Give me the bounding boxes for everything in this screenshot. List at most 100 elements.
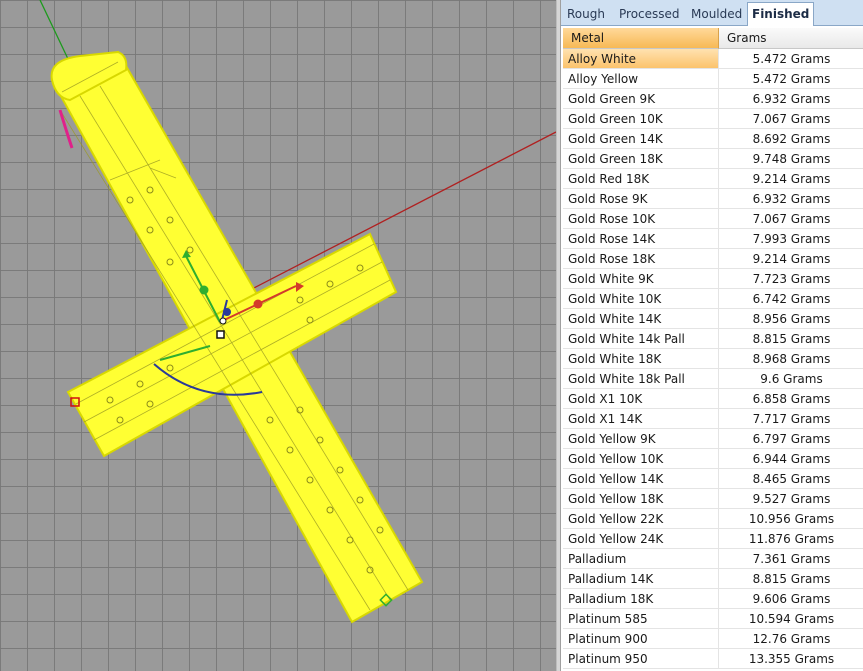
- table-row[interactable]: Alloy Yellow 5.472 Grams: [563, 69, 863, 89]
- tab-processed[interactable]: Processed: [615, 4, 684, 24]
- metal-cell: Alloy Yellow: [563, 69, 719, 88]
- metal-cell: Palladium: [563, 549, 719, 568]
- table-row[interactable]: Gold Yellow 14K 8.465 Grams: [563, 469, 863, 489]
- viewport-canvas[interactable]: [0, 0, 556, 671]
- table-row[interactable]: Gold Rose 9K 6.932 Grams: [563, 189, 863, 209]
- grams-cell: 11.876 Grams: [748, 532, 835, 546]
- table-row[interactable]: Platinum 900 12.76 Grams: [563, 629, 863, 649]
- metal-cell: Platinum 950: [563, 649, 719, 668]
- metal-cell: Gold White 18K: [563, 349, 719, 368]
- metal-cell: Gold Green 14K: [563, 129, 719, 148]
- metal-cell: Platinum 900: [563, 629, 719, 648]
- grams-cell: 9.606 Grams: [752, 592, 831, 606]
- metal-cell: Gold White 14K: [563, 309, 719, 328]
- tab-moulded[interactable]: Moulded: [687, 4, 746, 24]
- metal-cell: Gold Rose 18K: [563, 249, 719, 268]
- table-row[interactable]: Gold Green 18K 9.748 Grams: [563, 149, 863, 169]
- metal-cell: Gold White 10K: [563, 289, 719, 308]
- table-row[interactable]: Gold Green 10K 7.067 Grams: [563, 109, 863, 129]
- table-row[interactable]: Palladium 18K 9.606 Grams: [563, 589, 863, 609]
- table-row[interactable]: Gold X1 10K 6.858 Grams: [563, 389, 863, 409]
- gumball-z-handle[interactable]: [223, 308, 231, 316]
- metal-weights-panel: Rough Processed Moulded Finished Metal G…: [560, 0, 863, 671]
- grams-cell: 13.355 Grams: [748, 652, 835, 666]
- table-row[interactable]: Platinum 950 13.355 Grams: [563, 649, 863, 669]
- gumball-center[interactable]: [216, 330, 225, 339]
- table-row[interactable]: Gold Green 9K 6.932 Grams: [563, 89, 863, 109]
- table-row[interactable]: Gold X1 14K 7.717 Grams: [563, 409, 863, 429]
- grams-cell: 6.858 Grams: [752, 392, 831, 406]
- gumball-y-handle[interactable]: [199, 285, 209, 295]
- table-row[interactable]: Gold Rose 14K 7.993 Grams: [563, 229, 863, 249]
- grams-cell: 8.465 Grams: [752, 472, 831, 486]
- metal-cell: Gold Yellow 14K: [563, 469, 719, 488]
- grams-cell: 7.067 Grams: [752, 112, 831, 126]
- table-row[interactable]: Gold White 14k Pall 8.815 Grams: [563, 329, 863, 349]
- table-row[interactable]: Gold White 10K 6.742 Grams: [563, 289, 863, 309]
- grams-cell: 7.723 Grams: [752, 272, 831, 286]
- grams-cell: 6.797 Grams: [752, 432, 831, 446]
- grams-cell: 12.76 Grams: [752, 632, 831, 646]
- table-row[interactable]: Gold White 18K 8.968 Grams: [563, 349, 863, 369]
- metal-cell: Gold Rose 10K: [563, 209, 719, 228]
- table-row[interactable]: Palladium 7.361 Grams: [563, 549, 863, 569]
- tab-strip: Rough Processed Moulded Finished: [561, 0, 863, 26]
- table-row[interactable]: Gold White 18k Pall 9.6 Grams: [563, 369, 863, 389]
- metal-cell: Gold White 18k Pall: [563, 369, 719, 388]
- table-row[interactable]: Gold Yellow 9K 6.797 Grams: [563, 429, 863, 449]
- metal-cell: Gold Yellow 9K: [563, 429, 719, 448]
- metal-cell: Gold Yellow 24K: [563, 529, 719, 548]
- grams-cell: 10.594 Grams: [748, 612, 835, 626]
- table-row[interactable]: Gold Rose 18K 9.214 Grams: [563, 249, 863, 269]
- table-row[interactable]: Alloy White 5.472 Grams: [563, 49, 863, 69]
- grams-cell: 8.815 Grams: [752, 332, 831, 346]
- grams-cell: 8.956 Grams: [752, 312, 831, 326]
- tab-finished[interactable]: Finished: [747, 2, 815, 26]
- metal-cell: Palladium 18K: [563, 589, 719, 608]
- gumball-x-handle[interactable]: [253, 299, 263, 309]
- table-row[interactable]: Gold White 9K 7.723 Grams: [563, 269, 863, 289]
- table-row[interactable]: Gold Yellow 22K 10.956 Grams: [563, 509, 863, 529]
- column-header-grams[interactable]: Grams: [719, 28, 863, 49]
- grams-cell: 9.6 Grams: [760, 372, 823, 386]
- table-row[interactable]: Gold Yellow 10K 6.944 Grams: [563, 449, 863, 469]
- grams-cell: 5.472 Grams: [752, 52, 831, 66]
- metal-cell: Gold Yellow 18K: [563, 489, 719, 508]
- metal-cell: Palladium 14K: [563, 569, 719, 588]
- 3d-viewport[interactable]: [0, 0, 556, 671]
- metal-cell: Gold X1 10K: [563, 389, 719, 408]
- table-row[interactable]: Gold Red 18K 9.214 Grams: [563, 169, 863, 189]
- table-body: Alloy White 5.472 Grams Alloy Yellow 5.472 …: [563, 49, 863, 669]
- metal-cell: Gold Green 9K: [563, 89, 719, 108]
- table-row[interactable]: Gold Yellow 24K 11.876 Grams: [563, 529, 863, 549]
- metal-cell: Gold White 9K: [563, 269, 719, 288]
- grams-cell: 6.742 Grams: [752, 292, 831, 306]
- metal-cell: Gold Yellow 10K: [563, 449, 719, 468]
- grams-cell: 6.932 Grams: [752, 192, 831, 206]
- table-row[interactable]: Gold Yellow 18K 9.527 Grams: [563, 489, 863, 509]
- table-row[interactable]: Gold Green 14K 8.692 Grams: [563, 129, 863, 149]
- grams-cell: 9.748 Grams: [752, 152, 831, 166]
- grams-cell: 9.214 Grams: [752, 172, 831, 186]
- grams-cell: 7.067 Grams: [752, 212, 831, 226]
- grams-cell: 7.717 Grams: [752, 412, 831, 426]
- grams-cell: 10.956 Grams: [748, 512, 835, 526]
- metal-cell: Gold Green 18K: [563, 149, 719, 168]
- table-row[interactable]: Platinum 585 10.594 Grams: [563, 609, 863, 629]
- tab-rough[interactable]: Rough: [563, 4, 609, 24]
- column-header-metal[interactable]: Metal: [563, 28, 719, 49]
- gumball-origin[interactable]: [219, 317, 227, 325]
- grams-cell: 8.692 Grams: [752, 132, 831, 146]
- table-row[interactable]: Gold Rose 10K 7.067 Grams: [563, 209, 863, 229]
- table-row[interactable]: Gold White 14K 8.956 Grams: [563, 309, 863, 329]
- grams-cell: 6.944 Grams: [752, 452, 831, 466]
- grams-cell: 9.527 Grams: [752, 492, 831, 506]
- metal-cell: Gold X1 14K: [563, 409, 719, 428]
- grams-cell: 9.214 Grams: [752, 252, 831, 266]
- cross-model[interactable]: [50, 50, 424, 624]
- table-row[interactable]: Palladium 14K 8.815 Grams: [563, 569, 863, 589]
- metal-cell: Alloy White: [563, 49, 719, 68]
- grams-cell: 7.361 Grams: [752, 552, 831, 566]
- metal-cell: Gold Green 10K: [563, 109, 719, 128]
- metal-cell: Gold White 14k Pall: [563, 329, 719, 348]
